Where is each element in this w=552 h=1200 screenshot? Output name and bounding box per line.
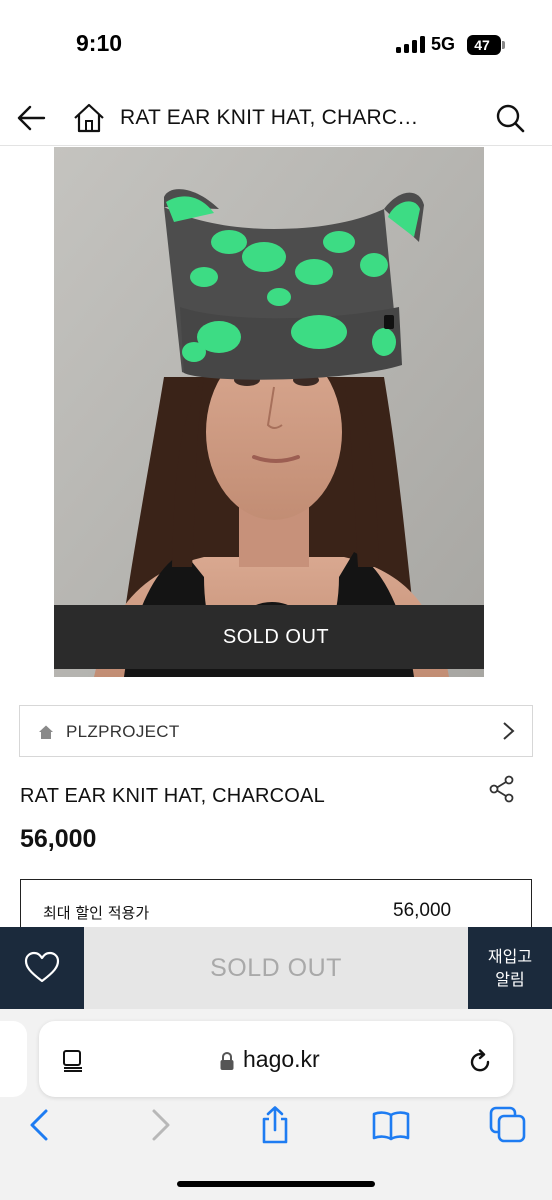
- home-button[interactable]: [71, 100, 107, 136]
- tabs-icon: [489, 1106, 526, 1143]
- previous-tab-preview[interactable]: [0, 1021, 27, 1097]
- browser-forward-button[interactable]: [140, 1105, 180, 1145]
- battery-level: 47: [474, 37, 490, 53]
- search-button[interactable]: [492, 100, 528, 136]
- action-bar: SOLD OUT 재입고 알림: [0, 927, 552, 1009]
- browser-toolbar: hago.kr: [0, 1009, 552, 1200]
- restock-label-line1: 재입고: [487, 947, 533, 966]
- app-header: RAT EAR KNIT HAT, CHARC…: [0, 90, 552, 146]
- product-photo-illustration: [54, 147, 484, 677]
- browser-back-button[interactable]: [20, 1105, 60, 1145]
- share-icon: [489, 775, 514, 803]
- address-bar[interactable]: hago.kr: [39, 1021, 513, 1097]
- share-sheet-button[interactable]: [255, 1105, 295, 1145]
- max-discount-price: 56,000: [393, 900, 452, 921]
- restock-alert-button[interactable]: 재입고 알림: [468, 927, 552, 1009]
- brand-name: PLZPROJECT: [66, 722, 180, 741]
- page-title: RAT EAR KNIT HAT, CHARC…: [120, 106, 419, 129]
- signal-icon: [396, 36, 426, 53]
- chevron-left-icon: [30, 1109, 48, 1141]
- network-type: 5G: [431, 34, 456, 54]
- status-time: 9:10: [76, 30, 123, 56]
- wishlist-button[interactable]: [0, 927, 84, 1009]
- status-bar: 9:10 5G 47: [0, 0, 552, 90]
- reader-mode-icon[interactable]: [61, 1049, 85, 1073]
- tabs-button[interactable]: [488, 1105, 528, 1145]
- product-price: 56,000: [20, 825, 97, 853]
- home-icon: [74, 103, 104, 133]
- max-discount-label: 최대 할인 적용가: [43, 904, 150, 922]
- sold-out-banner: SOLD OUT: [54, 605, 484, 669]
- battery-icon: 47: [467, 35, 501, 55]
- brand-link[interactable]: PLZPROJECT: [19, 705, 533, 757]
- chevron-right-icon: [503, 722, 515, 740]
- bookmarks-button[interactable]: [371, 1105, 411, 1145]
- brand-home-icon: [39, 725, 53, 739]
- book-icon: [372, 1111, 410, 1141]
- product-name: RAT EAR KNIT HAT, CHARCOAL: [20, 785, 325, 807]
- sold-out-button[interactable]: SOLD OUT: [84, 927, 468, 1009]
- share-upload-icon: [262, 1106, 288, 1144]
- chevron-right-icon: [152, 1109, 170, 1141]
- home-indicator: [177, 1181, 375, 1187]
- url-text: hago.kr: [243, 1046, 320, 1072]
- search-icon: [496, 104, 525, 133]
- product-image[interactable]: SOLD OUT: [54, 147, 484, 677]
- battery-cap: [502, 41, 505, 49]
- back-button[interactable]: [14, 100, 50, 136]
- share-button[interactable]: [487, 774, 517, 804]
- heart-icon: [24, 951, 60, 983]
- lock-icon: [220, 1051, 234, 1070]
- restock-label-line2: 알림: [495, 970, 525, 989]
- reload-icon[interactable]: [467, 1049, 493, 1075]
- back-arrow-icon: [17, 105, 46, 131]
